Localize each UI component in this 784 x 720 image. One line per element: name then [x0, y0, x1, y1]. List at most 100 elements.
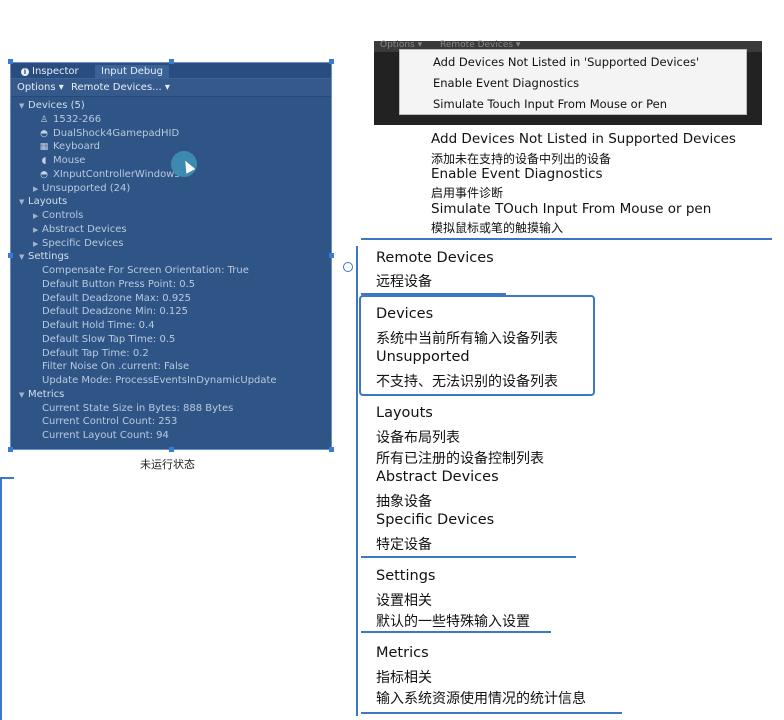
tree-item[interactable]: Current Control Count: 253 [42, 415, 177, 428]
tree-item-label: Default Button Press Point: 0.5 [42, 278, 196, 290]
collapse-arrow-icon[interactable]: ▶ [33, 238, 42, 251]
tree-item[interactable]: ◓ DualShock4GamepadHID [38, 127, 179, 141]
tree-item[interactable]: Default Deadzone Max: 0.925 [42, 292, 191, 305]
tree-item-label: Controls [42, 210, 84, 221]
expand-arrow-icon[interactable]: ▼ [19, 389, 28, 402]
topic-unsupported-desc: 不支持、无法识别的设备列表 [376, 374, 558, 390]
connector-line [356, 246, 358, 716]
note-simulate-touch-en: Simulate TOuch Input From Mouse or pen [431, 201, 712, 217]
person-icon: ♙ [39, 114, 49, 125]
tree-item[interactable]: ▼ Devices (5) [19, 99, 85, 113]
note-simulate-touch-cn: 模拟鼠标或笔的触摸输入 [431, 221, 564, 235]
selection-handle[interactable] [8, 253, 13, 258]
options-menu: Add Devices Not Listed in 'Supported Dev… [399, 49, 747, 115]
tree-item-label: 1532-266 [53, 113, 102, 125]
tree-item-label: Default Deadzone Max: 0.925 [42, 292, 191, 304]
inspector-tab-bar: i Inspector Input Debug [11, 63, 331, 79]
tree-item-label: DualShock4GamepadHID [53, 127, 180, 139]
topic-devices-desc: 系统中当前所有输入设备列表 [376, 331, 558, 347]
tree-item[interactable]: Compensate For Screen Orientation: True [42, 264, 249, 277]
tree-item[interactable]: Filter Noise On .current: False [42, 360, 189, 373]
menu-item-simulate-touch[interactable]: Simulate Touch Input From Mouse or Pen [433, 97, 667, 111]
tab-input-debug[interactable]: Input Debug [95, 65, 169, 78]
topic-controls-desc: 所有已注册的设备控制列表 [376, 451, 544, 467]
mindmap-node[interactable] [343, 262, 353, 272]
topic-settings[interactable]: Settings [376, 568, 435, 584]
keyboard-icon: ▦ [39, 142, 49, 153]
options-dropdown[interactable]: Options ▾ [17, 81, 64, 94]
tree-item[interactable]: ▼ Metrics [19, 388, 64, 402]
tree-item[interactable]: Current Layout Count: 94 [42, 429, 169, 442]
tree-item[interactable]: Update Mode: ProcessEventsInDynamicUpdat… [42, 374, 277, 387]
expand-arrow-icon[interactable]: ▼ [19, 100, 28, 113]
inspector-toolbar: Options ▾ Remote Devices... ▾ [11, 79, 331, 97]
tree-item-label: Default Tap Time: 0.2 [42, 347, 149, 359]
note-add-devices-cn: 添加未在支持的设备中列出的设备 [431, 152, 612, 166]
topic-abstract-devices[interactable]: Abstract Devices [376, 469, 499, 485]
topic-specific-devices[interactable]: Specific Devices [376, 512, 494, 528]
topic-abstract-devices-desc: 抽象设备 [376, 494, 432, 510]
connector-line [361, 238, 772, 240]
connector-line [361, 712, 622, 714]
note-event-diagnostics-en: Enable Event Diagnostics [431, 166, 603, 182]
tree-item-label: Default Hold Time: 0.4 [42, 320, 155, 331]
tree-item-label: Compensate For Screen Orientation: True [42, 265, 249, 276]
gamepad-icon: ◓ [40, 128, 48, 139]
menu-item-add-devices[interactable]: Add Devices Not Listed in 'Supported Dev… [433, 55, 699, 69]
expand-arrow-icon[interactable]: ▼ [19, 251, 28, 264]
tree-item-label: Layouts [28, 196, 68, 208]
tree-item[interactable]: ◖ Mouse [38, 154, 86, 168]
tree-item[interactable]: Default Deadzone Min: 0.125 [42, 305, 188, 318]
topic-layouts[interactable]: Layouts [376, 405, 433, 421]
tab-inspector[interactable]: i Inspector [15, 65, 85, 78]
selection-handle[interactable] [169, 447, 174, 452]
selection-handle[interactable] [329, 253, 334, 258]
connector-line [0, 477, 14, 479]
connector-line [361, 631, 551, 633]
selection-handle[interactable] [169, 59, 174, 64]
tree-item-label: XInputControllerWindows [53, 168, 180, 180]
topic-settings-detail: 默认的一些特殊输入设置 [376, 614, 530, 630]
tree-item[interactable]: ▶ Controls [33, 209, 83, 223]
tree-item-label: Default Slow Tap Time: 0.5 [42, 333, 176, 345]
expand-arrow-icon[interactable]: ▼ [19, 196, 28, 209]
tree-item[interactable]: ▼ Settings [19, 250, 69, 264]
topic-devices[interactable]: Devices [376, 306, 433, 322]
tree-item[interactable]: Default Slow Tap Time: 0.5 [42, 333, 175, 346]
tree-item-label: Settings [28, 251, 70, 263]
selection-handle[interactable] [329, 447, 334, 452]
mouse-icon: ◖ [41, 156, 47, 166]
topic-unsupported[interactable]: Unsupported [376, 349, 470, 365]
note-event-diagnostics-cn: 启用事件诊断 [431, 186, 504, 200]
tree-item[interactable]: Default Tap Time: 0.2 [42, 347, 149, 360]
tree-item[interactable]: ◓ XInputControllerWindows [38, 168, 180, 182]
collapse-arrow-icon[interactable]: ▶ [33, 210, 42, 223]
tree-item[interactable]: ▦ Keyboard [38, 140, 100, 154]
tree-item-label: Unsupported (24) [42, 182, 131, 194]
tree-item[interactable]: ▶ Abstract Devices [33, 223, 127, 237]
connector-line [0, 478, 2, 720]
tree-item[interactable]: Default Hold Time: 0.4 [42, 319, 155, 332]
selection-handle[interactable] [8, 447, 13, 452]
tree-item[interactable]: ♙ 1532-266 [38, 113, 101, 127]
menu-item-event-diagnostics[interactable]: Enable Event Diagnostics [433, 76, 579, 90]
selection-handle[interactable] [329, 59, 334, 64]
collapse-arrow-icon[interactable]: ▶ [33, 224, 42, 237]
image-caption: 未运行状态 [140, 458, 195, 471]
tree-item-label: Update Mode: ProcessEventsInDynamicUpdat… [42, 375, 277, 386]
info-icon: i [21, 68, 29, 76]
tree-item[interactable]: Default Button Press Point: 0.5 [42, 278, 195, 291]
remote-devices-dropdown[interactable]: Remote Devices... ▾ [71, 81, 170, 94]
tree-item[interactable]: ▶ Specific Devices [33, 237, 124, 251]
topic-settings-desc: 设置相关 [376, 593, 432, 609]
tree-item[interactable]: ▶ Unsupported (24) [33, 182, 130, 196]
connector-line [361, 556, 576, 558]
collapse-arrow-icon[interactable]: ▶ [33, 183, 42, 196]
tree-item[interactable]: ▼ Layouts [19, 195, 67, 209]
topic-metrics[interactable]: Metrics [376, 645, 429, 661]
selection-handle[interactable] [8, 59, 13, 64]
tree-item-label: Devices (5) [28, 100, 85, 111]
tree-item-label: Current Layout Count: 94 [42, 430, 169, 441]
topic-remote-devices[interactable]: Remote Devices [376, 250, 494, 266]
tree-item[interactable]: Current State Size in Bytes: 888 Bytes [42, 402, 233, 415]
